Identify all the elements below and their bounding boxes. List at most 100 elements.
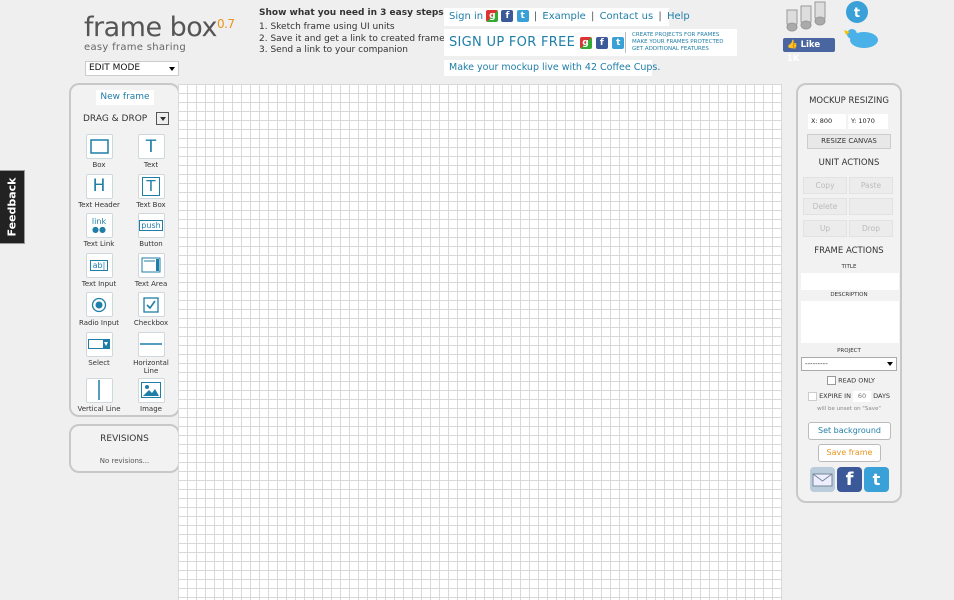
tool-label: Box (92, 161, 106, 169)
chevron-down-icon (169, 67, 175, 71)
tool-radio-input[interactable]: Radio Input (73, 292, 125, 332)
description-textarea[interactable] (801, 301, 899, 343)
frame-actions-heading: FRAME ACTIONS (814, 246, 884, 256)
unset-note: will be unset on "Save" (817, 406, 881, 412)
google-icon[interactable]: g (486, 10, 499, 22)
horizontal-line-icon (137, 331, 165, 357)
signup-note: GET ADDITIONAL FEATURES (632, 46, 709, 52)
title-input[interactable] (801, 273, 899, 290)
read-only-row: READ ONLY (827, 376, 875, 385)
expire-checkbox[interactable] (808, 391, 817, 401)
read-only-checkbox[interactable] (827, 376, 836, 385)
twitter-icon[interactable]: t (516, 10, 529, 22)
description-label: DESCRIPTION (830, 292, 868, 298)
facebook-share-icon[interactable]: f (837, 467, 862, 492)
set-background-button[interactable]: Set background (808, 422, 891, 440)
feedback-tab[interactable]: Feedback (0, 170, 25, 244)
text-input-icon: ab| (85, 252, 113, 278)
svg-text:t: t (854, 6, 860, 21)
image-icon (137, 377, 165, 403)
text-link-icon: link ●● (85, 213, 113, 238)
drag-drop-toggle[interactable] (156, 112, 169, 125)
logo-version: 0.7 (216, 17, 235, 31)
x-label: X: (811, 117, 818, 125)
copy-button[interactable]: Copy (803, 177, 847, 194)
tool-button[interactable]: push Button (125, 213, 177, 253)
tool-text-link[interactable]: link ●● Text Link (73, 213, 125, 253)
tool-text-box[interactable]: T Text Box (125, 173, 177, 214)
tool-select[interactable]: Select (73, 331, 125, 378)
example-link[interactable]: Example (542, 11, 585, 22)
twitter-share-icon[interactable]: t (864, 467, 889, 492)
facebook-like-button[interactable]: 👍 Like 1K (783, 38, 835, 64)
help-link[interactable]: Help (667, 11, 690, 22)
paste-button[interactable]: Paste (849, 177, 893, 194)
project-select[interactable]: --------- (801, 357, 897, 371)
text-icon: T (137, 134, 165, 159)
tool-box[interactable]: Box (73, 134, 125, 174)
toolbox-panel: New frame DRAG & DROP Box T Text H Text … (69, 83, 180, 417)
x-value: 800 (819, 117, 833, 125)
mockup-resizing-heading: MOCKUP RESIZING (809, 96, 889, 106)
chevron-down-icon (887, 362, 893, 366)
mode-select-value: EDIT MODE (89, 63, 141, 73)
signup-link[interactable]: SIGN UP FOR FREE (449, 35, 575, 50)
steps-title: Show what you need in 3 easy steps: (259, 8, 448, 18)
google-icon[interactable]: g (579, 36, 592, 49)
tool-image[interactable]: Image (125, 377, 177, 418)
up-button[interactable]: Up (803, 220, 847, 237)
mockup-canvas[interactable] (178, 84, 782, 600)
signup-note: MAKE YOUR FRAMES PROTECTED (632, 39, 724, 45)
select-icon (85, 331, 113, 357)
steps-list: 1. Sketch frame using UI units 2. Save i… (259, 22, 447, 57)
drop-button[interactable]: Drop (849, 220, 893, 237)
tool-text[interactable]: T Text (125, 134, 177, 174)
blank-action-button[interactable] (849, 198, 893, 215)
save-frame-button[interactable]: Save frame (818, 444, 881, 462)
x-size-field[interactable]: X: 800 (808, 114, 846, 129)
signup-box: SIGN UP FOR FREE g f t CREATE PROJECTS F… (444, 29, 737, 56)
email-share-icon[interactable] (810, 467, 835, 492)
thumbs-up-icon: 👍 (787, 40, 798, 50)
top-links: Sign in g f t | Example | Contact us | H… (444, 8, 690, 26)
text-header-icon: H (85, 173, 113, 199)
mode-select[interactable]: EDIT MODE (85, 61, 179, 76)
new-frame-link[interactable]: New frame (96, 90, 154, 105)
music-notes-icon[interactable] (783, 0, 837, 34)
tool-grid: Box T Text H Text Header T Text Box link… (73, 134, 177, 417)
signup-notes: CREATE PROJECTS FOR FRAMES MAKE YOUR FRA… (632, 32, 724, 53)
tool-label: Select (88, 358, 110, 367)
signin-link[interactable]: Sign in (449, 11, 483, 22)
facebook-icon[interactable]: f (596, 36, 608, 49)
facebook-icon[interactable]: f (501, 10, 514, 22)
tool-text-header[interactable]: H Text Header (73, 173, 125, 214)
revisions-empty: No revisions... (99, 457, 150, 465)
radio-icon (85, 292, 113, 317)
tool-checkbox[interactable]: Checkbox (125, 292, 177, 332)
delete-button[interactable]: Delete (803, 198, 847, 215)
tool-label: Text Link (83, 240, 115, 248)
twitter-icon[interactable]: t (612, 36, 625, 49)
resize-canvas-button[interactable]: RESIZE CANVAS (807, 134, 891, 149)
expire-label: EXPIRE IN (819, 392, 851, 400)
y-size-field[interactable]: Y: 1070 (848, 114, 888, 129)
revisions-title: REVISIONS (100, 434, 149, 444)
logo[interactable]: frame box0.7 easy frame sharing (84, 10, 235, 53)
signup-note: CREATE PROJECTS FOR FRAMES (632, 32, 720, 38)
contact-link[interactable]: Contact us (600, 11, 654, 22)
coffee-cups-link[interactable]: Make your mockup live with 42 Coffee Cup… (444, 60, 660, 76)
step-item: 2. Save it and get a link to created fra… (259, 33, 445, 44)
tool-label: Button (139, 240, 163, 248)
tool-vertical-line[interactable]: Vertical Line (73, 377, 125, 418)
expire-days-input[interactable]: 60 (853, 391, 872, 402)
tool-text-input[interactable]: ab| Text Input (73, 252, 125, 293)
tool-horizontal-line[interactable]: Horizontal Line (125, 331, 177, 378)
twitter-bird-icon[interactable]: t (842, 0, 880, 52)
y-value: 1070 (858, 117, 875, 125)
tool-label: Text Header (78, 200, 120, 209)
vertical-line-icon (85, 377, 113, 403)
tool-text-area[interactable]: Text Area (125, 252, 177, 293)
tool-label: Horizontal Line (133, 358, 169, 375)
logo-title: frame box (84, 12, 217, 43)
drag-drop-label: DRAG & DROP (83, 114, 148, 124)
